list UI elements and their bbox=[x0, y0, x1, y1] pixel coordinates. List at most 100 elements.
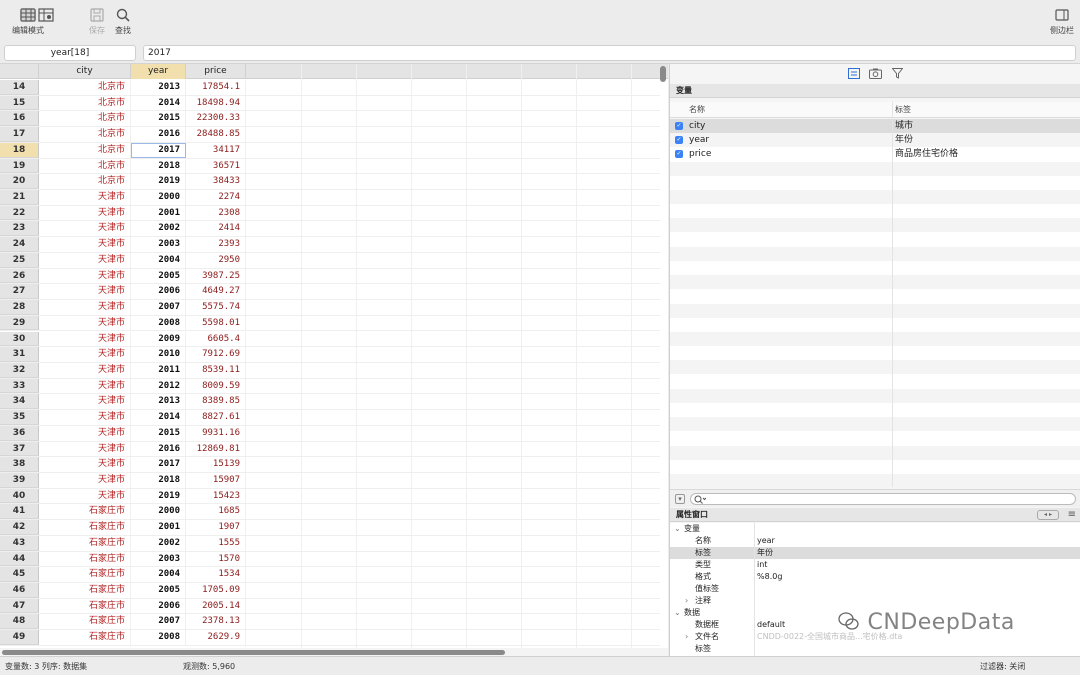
cell-year[interactable]: 2016 bbox=[131, 441, 186, 457]
cell-price[interactable]: 36571 bbox=[186, 158, 246, 174]
cell-price[interactable]: 22300.33 bbox=[186, 111, 246, 127]
table-row[interactable]: 17 北京市 2016 28488.85 bbox=[0, 127, 660, 143]
cell-price[interactable]: 8009.59 bbox=[186, 378, 246, 394]
cell-year[interactable]: 2014 bbox=[131, 95, 186, 111]
row-number[interactable]: 17 bbox=[0, 127, 39, 142]
column-header-year[interactable]: year bbox=[131, 64, 186, 79]
cell-price[interactable]: 15423 bbox=[186, 488, 246, 504]
cell-price[interactable]: 17854.1 bbox=[186, 80, 246, 95]
cell-year[interactable]: 2007 bbox=[131, 300, 186, 315]
data-grid[interactable]: city year price 14 北京市 2013 17854.1 15 北京市 201… bbox=[0, 64, 668, 648]
disclosure-icon[interactable]: ⌄ bbox=[674, 523, 681, 535]
cell-year[interactable]: 2006 bbox=[131, 598, 186, 614]
cell-city[interactable]: 北京市 bbox=[39, 80, 131, 95]
cell-year[interactable]: 2000 bbox=[131, 504, 186, 520]
cell-year[interactable]: 2007 bbox=[131, 614, 186, 630]
row-number[interactable]: 46 bbox=[0, 583, 39, 598]
cell-city[interactable]: 石家庄市 bbox=[39, 598, 131, 614]
cell-price[interactable]: 1705.09 bbox=[186, 583, 246, 598]
cell-year[interactable]: 2003 bbox=[131, 551, 186, 567]
cell-price[interactable]: 15907 bbox=[186, 473, 246, 488]
status-filter[interactable]: 过滤器: 关闭 bbox=[980, 657, 1025, 675]
variables-filter-input[interactable] bbox=[690, 493, 1076, 505]
table-row[interactable]: 31 天津市 2010 7912.69 bbox=[0, 347, 660, 363]
cell-price[interactable]: 38433 bbox=[186, 174, 246, 189]
cell-price[interactable]: 2950 bbox=[186, 252, 246, 268]
cell-price[interactable]: 1907 bbox=[186, 520, 246, 535]
cell-year[interactable]: 2013 bbox=[131, 80, 186, 95]
cell-city[interactable]: 天津市 bbox=[39, 378, 131, 394]
cell-city[interactable]: 石家庄市 bbox=[39, 535, 131, 551]
row-number[interactable]: 30 bbox=[0, 331, 39, 347]
row-number[interactable]: 35 bbox=[0, 410, 39, 425]
row-header-corner[interactable] bbox=[0, 64, 39, 79]
row-number[interactable]: 20 bbox=[0, 174, 39, 189]
sidebar-toggle-button[interactable]: 侧边栏 bbox=[1050, 8, 1074, 36]
table-row[interactable]: 36 天津市 2015 9931.16 bbox=[0, 425, 660, 442]
table-row[interactable]: 44 石家庄市 2003 1570 bbox=[0, 551, 660, 568]
row-number[interactable]: 42 bbox=[0, 520, 39, 535]
cell-city[interactable]: 天津市 bbox=[39, 394, 131, 410]
cell-city[interactable]: 天津市 bbox=[39, 252, 131, 268]
cell-price[interactable]: 2414 bbox=[186, 221, 246, 237]
cell-city[interactable]: 天津市 bbox=[39, 347, 131, 362]
cell-year[interactable]: 2003 bbox=[131, 237, 186, 252]
cell-city[interactable]: 石家庄市 bbox=[39, 520, 131, 535]
property-row[interactable]: 格式 %8.0g bbox=[670, 571, 1080, 583]
row-number[interactable]: 22 bbox=[0, 205, 39, 221]
cell-price[interactable]: 28488.85 bbox=[186, 127, 246, 142]
cell-year[interactable]: 2006 bbox=[131, 284, 186, 300]
cell-city[interactable]: 天津市 bbox=[39, 221, 131, 237]
cell-year[interactable]: 2005 bbox=[131, 583, 186, 598]
cell-city[interactable]: 天津市 bbox=[39, 237, 131, 252]
browse-mode-button[interactable] bbox=[38, 8, 54, 22]
cell-price[interactable]: 15139 bbox=[186, 457, 246, 472]
variable-row[interactable]: ✓ city 城市 bbox=[670, 119, 1080, 133]
cell-price[interactable]: 2005.14 bbox=[186, 598, 246, 614]
cell-price[interactable]: 8539.11 bbox=[186, 362, 246, 378]
cell-year[interactable]: 2017 bbox=[131, 142, 186, 158]
cell-city[interactable]: 天津市 bbox=[39, 300, 131, 315]
variables-col-name[interactable]: 名称 bbox=[689, 102, 705, 118]
cell-price[interactable]: 6605.4 bbox=[186, 331, 246, 347]
cell-year[interactable]: 2010 bbox=[131, 347, 186, 362]
row-number[interactable]: 14 bbox=[0, 80, 39, 95]
cell-city[interactable]: 天津市 bbox=[39, 410, 131, 425]
row-number[interactable]: 49 bbox=[0, 630, 39, 645]
cell-price[interactable]: 4649.27 bbox=[186, 284, 246, 300]
row-number[interactable]: 27 bbox=[0, 284, 39, 300]
table-row[interactable]: 42 石家庄市 2001 1907 bbox=[0, 520, 660, 536]
cell-year[interactable]: 2017 bbox=[131, 457, 186, 472]
cell-price[interactable]: 18498.94 bbox=[186, 95, 246, 111]
cell-city[interactable]: 天津市 bbox=[39, 488, 131, 504]
cell-price[interactable]: 3987.25 bbox=[186, 268, 246, 284]
row-number[interactable]: 26 bbox=[0, 268, 39, 284]
table-row[interactable]: 20 北京市 2019 38433 bbox=[0, 174, 660, 190]
cell-year[interactable]: 2013 bbox=[131, 394, 186, 410]
column-header-city[interactable]: city bbox=[39, 64, 131, 79]
cell-city[interactable]: 天津市 bbox=[39, 425, 131, 441]
cell-year[interactable]: 2000 bbox=[131, 190, 186, 205]
cell-city[interactable]: 石家庄市 bbox=[39, 567, 131, 582]
table-row[interactable]: 34 天津市 2013 8389.85 bbox=[0, 394, 660, 411]
row-number[interactable]: 34 bbox=[0, 394, 39, 410]
table-row[interactable]: 18 北京市 2017 34117 bbox=[0, 142, 660, 159]
table-row[interactable]: 45 石家庄市 2004 1534 bbox=[0, 567, 660, 583]
table-row[interactable]: 24 天津市 2003 2393 bbox=[0, 237, 660, 253]
table-row[interactable]: 29 天津市 2008 5598.01 bbox=[0, 315, 660, 332]
cell-year[interactable]: 2008 bbox=[131, 315, 186, 331]
variable-row[interactable]: ✓ year 年份 bbox=[670, 133, 1080, 148]
cell-city[interactable]: 天津市 bbox=[39, 205, 131, 221]
row-number[interactable]: 18 bbox=[0, 142, 39, 158]
variables-col-label[interactable]: 标签 bbox=[895, 102, 911, 118]
cell-price[interactable]: 1555 bbox=[186, 535, 246, 551]
variable-row[interactable]: ✓ price 商品房住宅价格 bbox=[670, 147, 1080, 161]
cell-city[interactable]: 北京市 bbox=[39, 111, 131, 127]
cell-price[interactable]: 1685 bbox=[186, 504, 246, 520]
table-row[interactable]: 38 天津市 2017 15139 bbox=[0, 457, 660, 473]
row-number[interactable]: 44 bbox=[0, 551, 39, 567]
row-number[interactable]: 41 bbox=[0, 504, 39, 520]
table-row[interactable]: 49 石家庄市 2008 2629.9 bbox=[0, 630, 660, 646]
horizontal-scrollbar[interactable] bbox=[2, 650, 505, 655]
table-row[interactable]: 23 天津市 2002 2414 bbox=[0, 221, 660, 238]
